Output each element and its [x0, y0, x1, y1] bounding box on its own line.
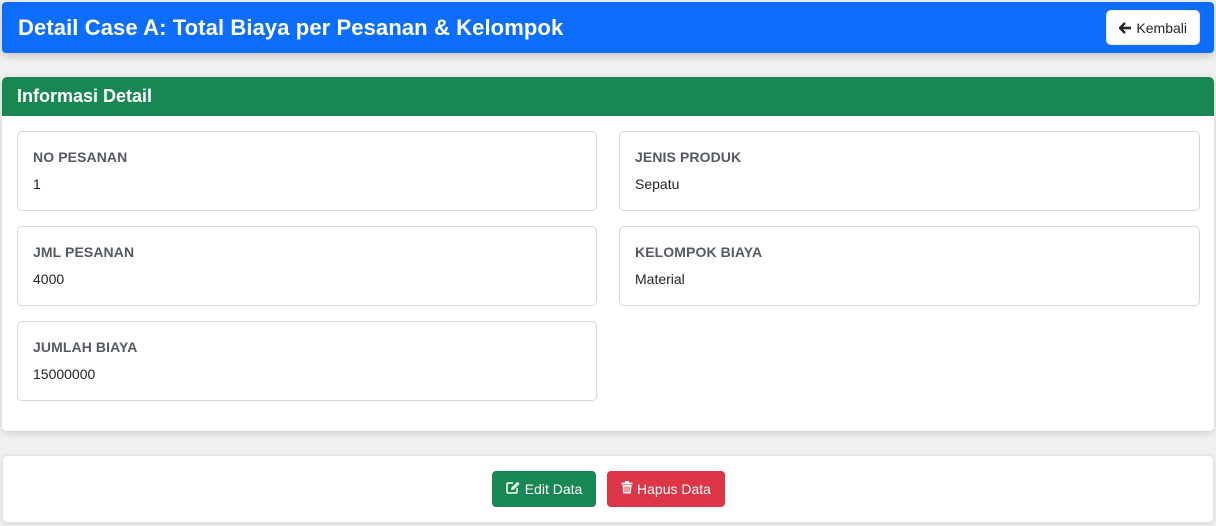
field-label: NO PESANAN [33, 149, 128, 165]
field-no-pesanan: NO PESANAN 1 [17, 131, 597, 211]
field-value: 15000000 [33, 366, 96, 382]
field-value: Material [635, 271, 685, 287]
field-kelompok-biaya: KELOMPOK BIAYA Material [619, 226, 1200, 306]
action-bar: Edit Data Hapus Data [2, 455, 1214, 523]
edit-button-label: Edit Data [524, 481, 583, 497]
trash-icon [621, 481, 633, 497]
page-title: Detail Case A: Total Biaya per Pesanan &… [18, 14, 564, 40]
edit-icon [505, 481, 521, 497]
field-jenis-produk: JENIS PRODUK Sepatu [619, 131, 1200, 211]
card-title: Informasi Detail [2, 77, 1214, 116]
delete-button-label: Hapus Data [637, 481, 711, 497]
field-value: 4000 [33, 271, 65, 287]
field-value: Sepatu [635, 176, 680, 192]
field-label: JUMLAH BIAYA [33, 339, 138, 355]
field-value: 1 [33, 176, 41, 192]
page-header: Detail Case A: Total Biaya per Pesanan &… [2, 2, 1214, 53]
field-jumlah-biaya: JUMLAH BIAYA 15000000 [17, 321, 597, 401]
detail-card: Informasi Detail NO PESANAN 1 JENIS PROD… [2, 77, 1214, 431]
field-label: JML PESANAN [33, 244, 135, 260]
edit-button[interactable]: Edit Data [492, 471, 596, 507]
back-button-label: Kembali [1136, 19, 1187, 36]
arrow-left-icon [1119, 21, 1132, 34]
field-label: KELOMPOK BIAYA [635, 244, 763, 260]
back-button[interactable]: Kembali [1106, 10, 1200, 45]
field-jml-pesanan: JML PESANAN 4000 [17, 226, 597, 306]
field-label: JENIS PRODUK [635, 149, 742, 165]
delete-button[interactable]: Hapus Data [607, 471, 725, 507]
